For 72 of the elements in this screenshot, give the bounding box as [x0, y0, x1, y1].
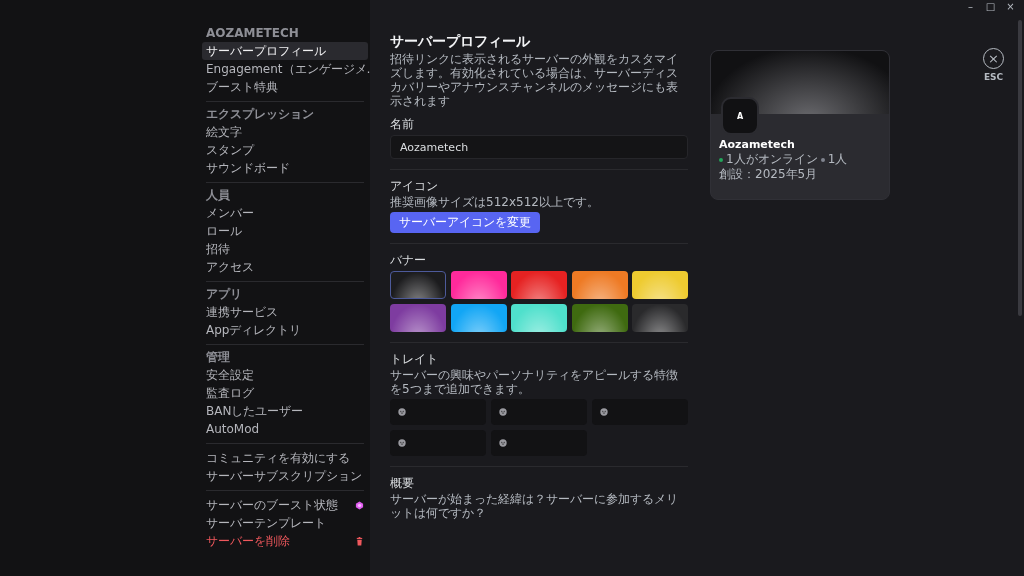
online-dot — [719, 157, 723, 162]
smiley-icon — [499, 408, 507, 416]
hint-text: 推奨画像サイズは512x512以上です。 — [390, 195, 600, 209]
window-control[interactable]: × — [1005, 1, 1016, 12]
member-count: 1人 — [827, 152, 848, 167]
scrollbar[interactable] — [1018, 20, 1022, 316]
page-title: サーバープロフィール — [390, 32, 531, 50]
section-header: AOZAMETECH — [205, 26, 300, 41]
page-description: 招待リンクに表示されるサーバーの外観をカスタマイズします。有効化されている場合は、サーバーディスカバリーやアナウンスチャンネルのメッセージにも表示されます — [390, 52, 679, 108]
change-icon-button[interactable]: サーバーアイコンを変更 — [390, 212, 540, 233]
section-label: バナー — [390, 253, 427, 268]
esc-label: ESC — [983, 72, 1004, 82]
banner-swatch[interactable] — [390, 271, 446, 299]
trait-field[interactable] — [592, 399, 688, 425]
banner-swatch[interactable] — [450, 271, 507, 299]
banner-swatch[interactable] — [450, 304, 507, 332]
name-input[interactable]: Aozametech — [390, 135, 688, 159]
field-label: 名前 — [390, 117, 415, 132]
section-label: 概要 — [390, 476, 415, 491]
section-label: トレイト — [390, 352, 439, 367]
sidebar-item[interactable]: 監査ログ — [202, 384, 368, 402]
sidebar-item[interactable]: BANしたユーザー — [202, 402, 368, 420]
sidebar-item[interactable]: スタンプ — [202, 141, 368, 159]
sidebar-item[interactable]: ロール — [202, 222, 368, 240]
hint-text: サーバーの興味やパーソナリティをアピールする特徴を5つまで追加できます。 — [390, 368, 679, 396]
trash-icon — [355, 536, 364, 546]
sidebar-item[interactable]: メンバー — [202, 204, 368, 222]
sidebar-item[interactable]: サウンドボード — [202, 159, 368, 177]
banner-swatch[interactable] — [632, 271, 688, 299]
sidebar-item[interactable]: コミュニティを有効にする — [202, 449, 368, 467]
smiley-icon — [398, 439, 406, 447]
banner-swatch[interactable] — [511, 304, 567, 332]
trait-field[interactable] — [390, 399, 486, 425]
sidebar-item[interactable]: 絵文字 — [202, 123, 368, 141]
smiley-icon — [398, 408, 406, 416]
banner-swatch[interactable] — [390, 304, 446, 332]
sidebar-item[interactable]: 安全設定 — [202, 366, 368, 384]
sidebar-item[interactable]: サーバーのブースト状態 — [202, 496, 368, 514]
banner-swatch[interactable] — [511, 271, 567, 299]
smiley-icon — [600, 408, 608, 416]
window-control[interactable]: □ — [985, 1, 996, 12]
sidebar-item[interactable]: サーバーサブスクリプション — [202, 467, 368, 485]
smiley-icon — [499, 439, 507, 447]
gem-icon — [355, 500, 364, 510]
sidebar-item[interactable]: ブースト特典 — [202, 78, 368, 96]
banner-swatch[interactable] — [632, 304, 688, 332]
trait-field[interactable] — [491, 430, 587, 456]
sidebar-item[interactable]: Appディレクトリ — [202, 321, 368, 339]
member-dot — [820, 157, 825, 162]
sidebar-item[interactable]: サーバープロフィール — [202, 42, 368, 60]
sidebar-item[interactable]: サーバーを削除 — [202, 532, 368, 550]
trait-field[interactable] — [491, 399, 587, 425]
banner-swatch[interactable] — [571, 271, 628, 299]
section-label: アイコン — [390, 179, 439, 194]
sidebar-item[interactable]: Engagement（エンゲージメ… — [202, 60, 368, 78]
section-header: 人員 — [205, 188, 231, 203]
section-header: アプリ — [205, 287, 243, 302]
section-header: 管理 — [205, 350, 231, 365]
server-name: Aozametech — [719, 138, 796, 152]
trait-field[interactable] — [390, 430, 486, 456]
sidebar-item[interactable]: AutoMod — [202, 420, 368, 438]
section-header: エクスプレッション — [205, 107, 315, 122]
window-control[interactable]: – — [965, 1, 976, 12]
created-date: 創設：2025年5月 — [719, 167, 819, 182]
hint-text: サーバーが始まった経緯は？サーバーに参加するメリットは何ですか？ — [390, 492, 679, 520]
sidebar-item[interactable]: 連携サービス — [202, 303, 368, 321]
online-count: 1人がオンライン — [726, 152, 818, 167]
server-avatar: A — [721, 97, 759, 135]
banner-swatch[interactable] — [571, 304, 628, 332]
sidebar-item[interactable]: 招待 — [202, 240, 368, 258]
sidebar-item[interactable]: サーバーテンプレート — [202, 514, 368, 532]
sidebar-item[interactable]: アクセス — [202, 258, 368, 276]
